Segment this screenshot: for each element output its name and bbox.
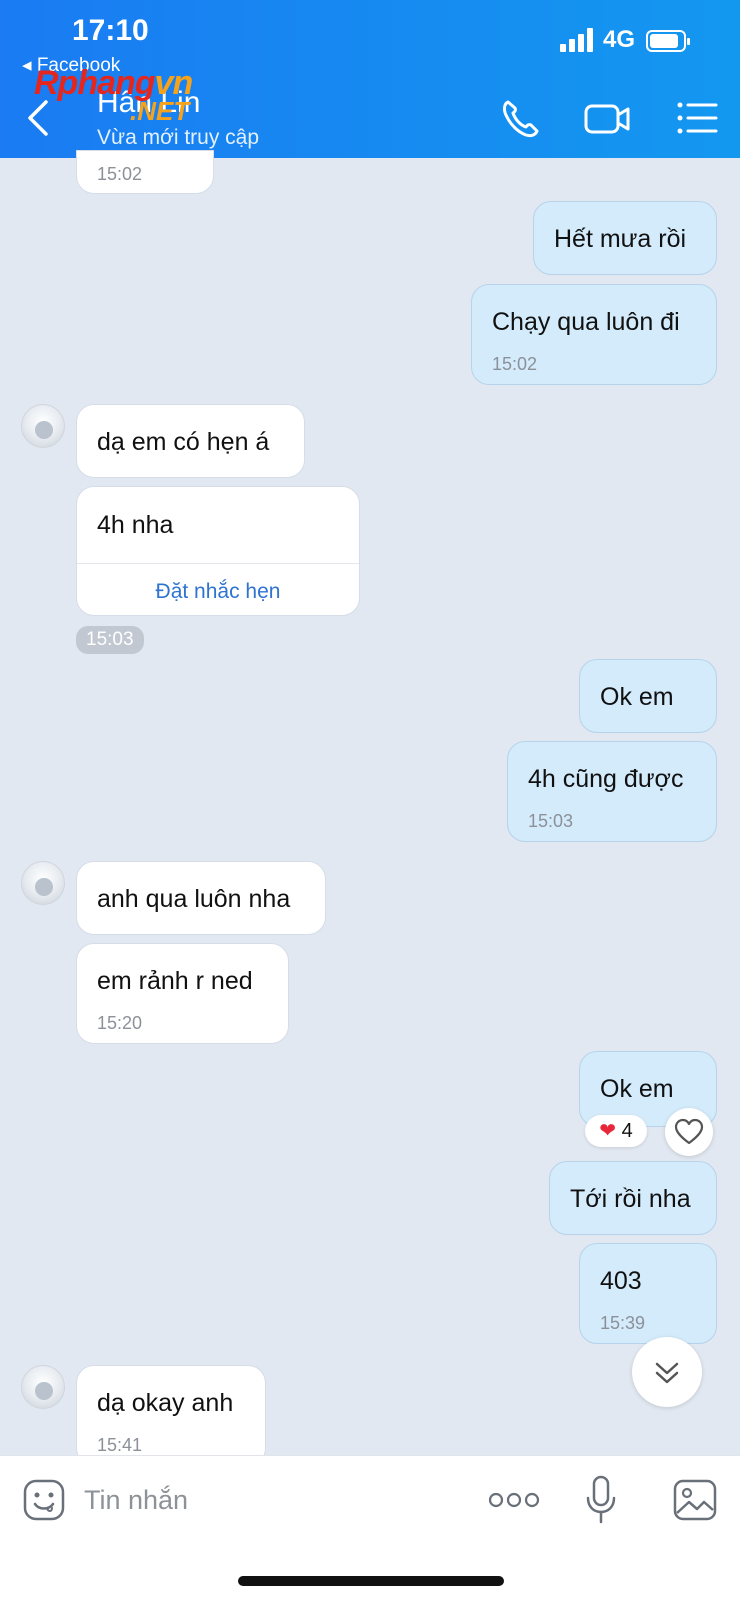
message-bubble-outgoing[interactable]: 403 15:39 bbox=[579, 1243, 717, 1344]
message-text: Ok em bbox=[600, 1075, 674, 1103]
message-text: 4h cũng được bbox=[528, 765, 684, 793]
watermark-net: .NET bbox=[130, 96, 190, 126]
status-time: 17:10 bbox=[72, 14, 149, 47]
avatar[interactable] bbox=[21, 1365, 65, 1409]
emoji-icon[interactable] bbox=[22, 1478, 66, 1522]
message-text: Hết mưa rồi bbox=[554, 225, 687, 253]
reaction-count: 4 bbox=[621, 1120, 633, 1142]
phone-icon[interactable] bbox=[498, 96, 546, 140]
message-time: 15:02 bbox=[492, 354, 538, 374]
message-text: anh qua luôn nha bbox=[97, 885, 291, 913]
message-text: Chạy qua luôn đi bbox=[492, 308, 680, 336]
like-button[interactable] bbox=[665, 1108, 713, 1156]
message-time: 15:03 bbox=[528, 811, 574, 831]
heart-outline-icon bbox=[674, 1118, 704, 1145]
message-bubble-incoming[interactable]: 15:02 bbox=[76, 150, 214, 194]
message-bubble-outgoing[interactable]: Chạy qua luôn đi 15:02 bbox=[471, 284, 717, 385]
message-bubble-outgoing[interactable]: Ok em bbox=[579, 659, 717, 733]
message-bubble-incoming[interactable]: dạ okay anh 15:41 bbox=[76, 1365, 266, 1466]
signal-icon bbox=[560, 28, 596, 52]
home-indicator bbox=[238, 1576, 504, 1586]
message-bubble-incoming[interactable]: anh qua luôn nha bbox=[76, 861, 326, 935]
message-bubble-outgoing[interactable]: 4h cũng được 15:03 bbox=[507, 741, 717, 842]
avatar[interactable] bbox=[21, 861, 65, 905]
message-input[interactable] bbox=[84, 1476, 464, 1524]
battery-icon bbox=[646, 30, 690, 52]
gallery-icon[interactable] bbox=[672, 1478, 718, 1522]
avatar[interactable] bbox=[21, 404, 65, 448]
contact-status: Vừa mới truy cập bbox=[97, 126, 260, 149]
set-reminder-button[interactable]: Đặt nhắc hẹn bbox=[77, 580, 359, 604]
reminder-card: 4h nha Đặt nhắc hẹn bbox=[76, 486, 360, 616]
message-text: dạ em có hẹn á bbox=[97, 428, 270, 456]
menu-list-icon[interactable] bbox=[676, 96, 724, 140]
message-bubble-incoming[interactable]: dạ em có hẹn á bbox=[76, 404, 305, 478]
message-bubble-incoming[interactable]: em rảnh r ned 15:20 bbox=[76, 943, 289, 1044]
heart-icon: ❤ bbox=[599, 1120, 617, 1142]
video-camera-icon[interactable] bbox=[584, 96, 632, 140]
chat-header: 17:10 ◂ Facebook 4G Hân Lin Vừa mới truy… bbox=[0, 0, 740, 158]
message-composer bbox=[0, 1455, 740, 1600]
message-text: Ok em bbox=[600, 683, 674, 711]
message-time: 15:39 bbox=[600, 1313, 646, 1333]
network-type: 4G bbox=[603, 26, 636, 53]
divider bbox=[77, 563, 359, 564]
message-text: 403 bbox=[600, 1267, 642, 1295]
reaction-badge[interactable]: ❤ 4 bbox=[585, 1115, 647, 1147]
message-text: em rảnh r ned bbox=[97, 967, 253, 995]
more-dots-icon[interactable] bbox=[488, 1486, 540, 1514]
message-time: 15:03 bbox=[76, 626, 144, 654]
message-bubble-outgoing[interactable]: Tới rồi nha bbox=[549, 1161, 717, 1235]
message-time: 15:20 bbox=[97, 1013, 143, 1033]
message-bubble-outgoing[interactable]: Hết mưa rồi bbox=[533, 201, 717, 275]
message-text: 4h nha bbox=[97, 511, 174, 539]
message-time: 15:41 bbox=[97, 1435, 143, 1455]
message-text: dạ okay anh bbox=[97, 1389, 234, 1417]
microphone-icon[interactable] bbox=[584, 1474, 618, 1526]
back-arrow-icon[interactable] bbox=[22, 96, 58, 140]
scroll-to-bottom-button[interactable] bbox=[632, 1337, 702, 1407]
message-text: Tới rồi nha bbox=[570, 1185, 691, 1213]
double-chevron-down-icon bbox=[655, 1362, 679, 1384]
